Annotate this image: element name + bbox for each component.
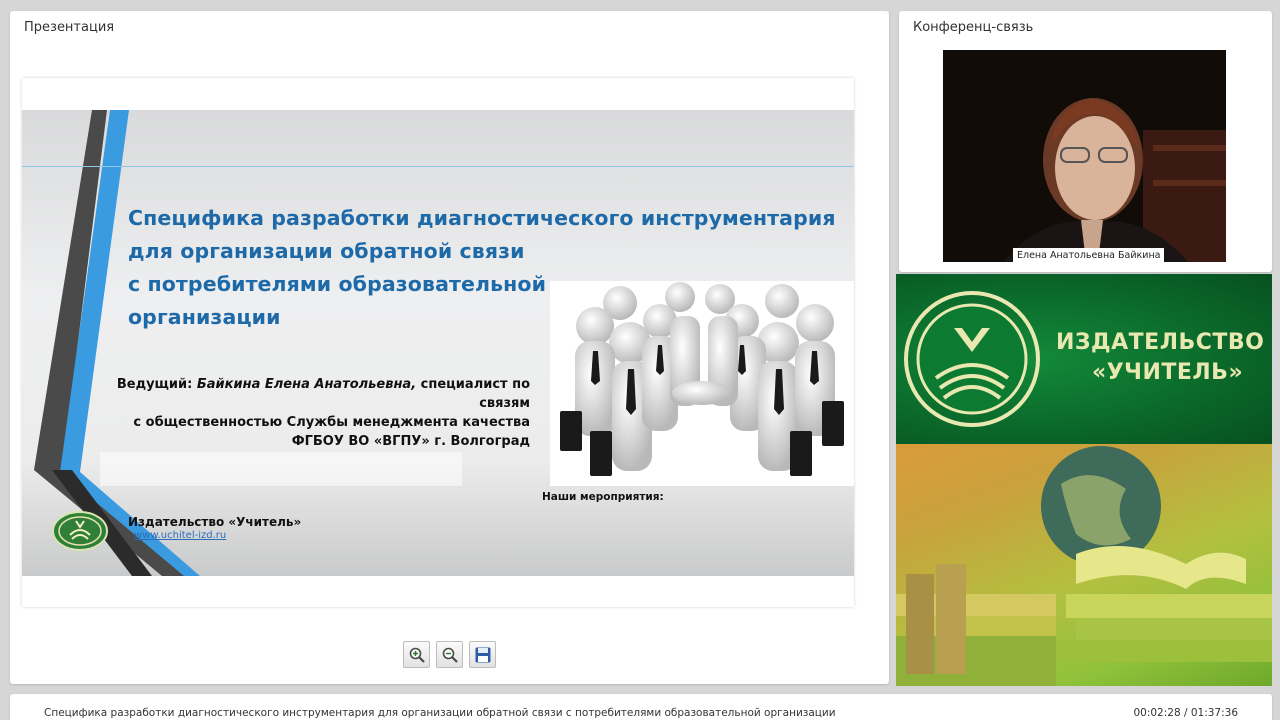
host-name: Байкина Елена Анатольевна, [196,377,417,392]
slide-publisher-name: Издательство «Учитель» [128,515,302,529]
publisher-emblem-icon [904,291,1040,427]
zoom-in-icon [409,647,425,663]
presentation-title: Презентация [24,20,115,35]
publisher-logo-icon [52,511,108,551]
footer-webinar-title: Специфика разработки диагностического ин… [44,707,836,719]
conference-panel: Конференц-связь Елена Анатольевна Байкин… [899,11,1272,272]
slide-host-info: Ведущий: Байкина Елена Анатольевна, спец… [82,375,530,451]
host-org: ФГБОУ ВО «ВГПУ» г. Волгоград [291,434,530,449]
teamwork-figures-icon [560,282,844,476]
presentation-slide[interactable]: Специфика разработки диагностического ин… [22,78,854,607]
publisher-banner: ИЗДАТЕЛЬСТВО «УЧИТЕЛЬ» [896,274,1272,686]
banner-publisher-line1: ИЗДАТЕЛЬСТВО [1056,330,1265,355]
footer-time-counter: 00:02:28 / 01:37:36 [1133,707,1238,719]
books-globe-icon [896,446,1272,686]
host-role: специалист по связям [416,377,530,411]
conference-title: Конференц-связь [913,20,1034,35]
slide-divider-line [22,166,854,167]
banner-books-image [896,444,1272,686]
host-role-line: с общественностью Службы менеджмента кач… [133,415,530,430]
speaker-video-frame [943,50,1226,262]
footer-bar: Специфика разработки диагностического ин… [10,694,1272,720]
slide-title-line: Специфика разработки диагностического ин… [128,206,836,230]
host-label: Ведущий: [116,377,197,392]
save-button[interactable] [469,641,496,668]
zoom-out-button[interactable] [436,641,463,668]
banner-publisher-line2: «УЧИТЕЛЬ» [1092,360,1244,385]
banner-green-area: ИЗДАТЕЛЬСТВО «УЧИТЕЛЬ» [896,274,1272,444]
slide-events-title: Наши мероприятия: [542,491,664,503]
presentation-panel: Презентация Специфика разработки диагнос… [10,11,889,684]
speaker-video[interactable] [943,50,1226,262]
slide-white-bar [100,452,462,486]
slide-publisher-url[interactable]: www.uchitel-izd.ru [134,530,226,541]
slide-title-line: для организации обратной связи [128,239,525,263]
save-icon [475,647,490,662]
slide-teamwork-image [550,281,854,486]
zoom-out-icon [442,647,458,663]
zoom-in-button[interactable] [403,641,430,668]
speaker-name-label: Елена Анатольевна Байкина [1013,248,1165,263]
